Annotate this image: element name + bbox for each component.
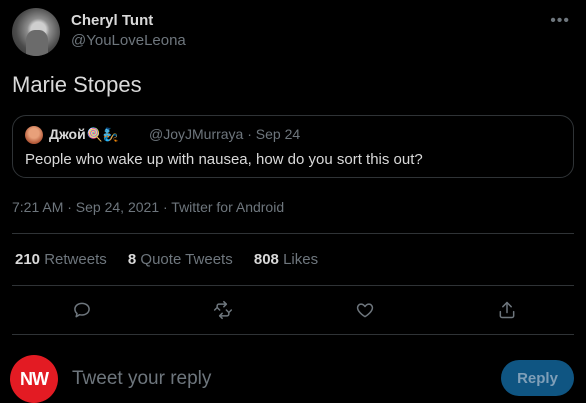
quote-tweets-stat[interactable]: 8 Quote Tweets <box>128 251 233 268</box>
reply-icon[interactable] <box>68 296 96 324</box>
tweet-text: Marie Stopes <box>12 72 142 97</box>
retweets-label: Retweets <box>44 251 107 268</box>
reply-input[interactable] <box>72 366 472 392</box>
tweet-stats: 210 Retweets 8 Quote Tweets 808 Likes <box>15 251 335 268</box>
quoted-author-avatar <box>25 126 43 144</box>
reply-button[interactable]: Reply <box>501 360 574 396</box>
quoted-author-emojis: 🍭🧞 <box>86 127 120 142</box>
retweets-stat[interactable]: 210 Retweets <box>15 251 107 268</box>
author-avatar[interactable] <box>12 8 60 56</box>
retweets-count: 210 <box>15 251 41 268</box>
reply-composer: NW Reply <box>0 352 586 403</box>
quote-tweets-label: Quote Tweets <box>140 251 233 268</box>
divider <box>12 334 574 335</box>
retweet-icon[interactable] <box>209 296 237 324</box>
quoted-author-name: Джой🍭🧞 <box>49 126 119 143</box>
tweet-meta: 7:21 AM · Sep 24, 2021 · Twitter for And… <box>12 199 285 215</box>
more-icon[interactable]: ••• <box>550 12 570 30</box>
current-user-avatar[interactable]: NW <box>10 355 58 403</box>
quoted-tweet[interactable]: Джой🍭🧞 @JoyJMurraya · Sep 24 People who … <box>12 115 574 178</box>
share-icon[interactable] <box>493 296 521 324</box>
quoted-author-name-text: Джой <box>49 126 86 142</box>
likes-label: Likes <box>283 251 319 268</box>
tweet-header: Cheryl Tunt @YouLoveLeona ••• <box>12 8 574 56</box>
likes-stat[interactable]: 808 Likes <box>254 251 318 268</box>
quoted-tweet-text: People who wake up with nausea, how do y… <box>25 151 423 168</box>
likes-count: 808 <box>253 251 279 268</box>
divider <box>12 233 574 234</box>
author-handle[interactable]: @YouLoveLeona <box>71 32 186 49</box>
like-icon[interactable] <box>351 296 379 324</box>
quoted-author-handle: @JoyJMurraya · Sep 24 <box>149 126 301 142</box>
author-name[interactable]: Cheryl Tunt <box>71 12 153 29</box>
divider <box>12 285 574 286</box>
tweet-actions <box>0 296 586 326</box>
quote-tweets-count: 8 <box>127 251 137 268</box>
